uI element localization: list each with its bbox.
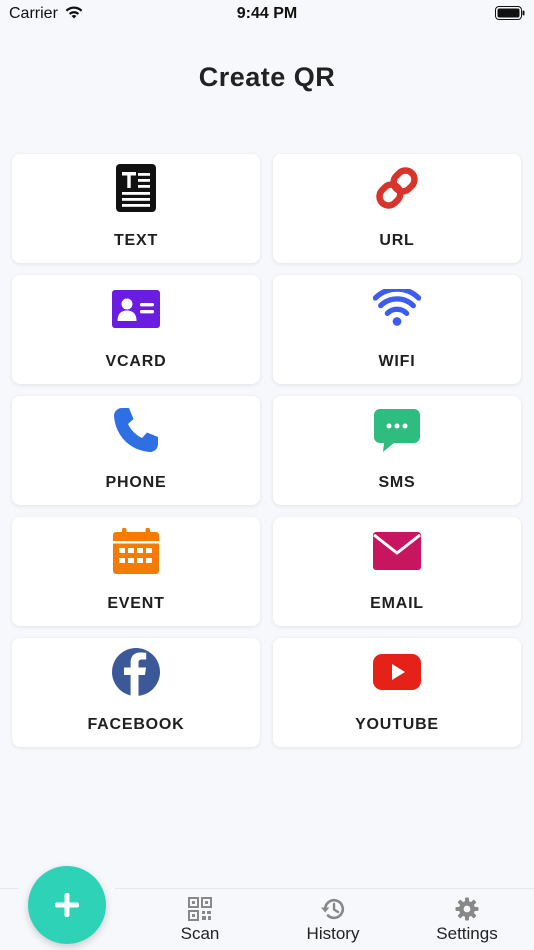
battery-icon bbox=[495, 6, 525, 20]
card-sms[interactable]: SMS bbox=[273, 396, 521, 505]
card-label: SMS bbox=[378, 474, 416, 491]
card-email[interactable]: EMAIL bbox=[273, 517, 521, 626]
chat-bubble-icon bbox=[373, 406, 421, 454]
clock: 9:44 PM bbox=[236, 5, 298, 22]
page-title: Create QR bbox=[198, 62, 336, 92]
youtube-icon bbox=[373, 648, 421, 696]
card-wifi[interactable]: WIFI bbox=[273, 275, 521, 384]
tab-settings[interactable]: Settings bbox=[412, 896, 522, 946]
wifi-icon bbox=[373, 285, 421, 333]
phone-icon bbox=[112, 406, 160, 454]
contact-card-icon bbox=[112, 285, 160, 333]
create-fab-button[interactable] bbox=[28, 866, 106, 944]
plus-icon bbox=[55, 893, 79, 917]
card-url[interactable]: URL bbox=[273, 154, 521, 263]
card-label: URL bbox=[379, 232, 415, 249]
card-label: FACEBOOK bbox=[87, 716, 185, 733]
card-label: VCARD bbox=[105, 353, 167, 370]
card-label: WIFI bbox=[378, 353, 416, 370]
tab-history[interactable]: History bbox=[278, 896, 388, 946]
envelope-icon bbox=[373, 527, 421, 575]
status-bar: Carrier 9:44 PM bbox=[0, 0, 534, 28]
tab-scan[interactable]: Scan bbox=[145, 896, 255, 946]
history-icon bbox=[321, 898, 345, 920]
text-document-icon bbox=[112, 164, 160, 212]
facebook-icon bbox=[112, 648, 160, 696]
card-facebook[interactable]: FACEBOOK bbox=[12, 638, 260, 747]
qr-scan-icon bbox=[188, 897, 212, 921]
calendar-icon bbox=[112, 527, 160, 575]
tab-label: Scan bbox=[180, 924, 220, 943]
link-icon bbox=[373, 164, 421, 212]
tab-label: Settings bbox=[436, 924, 498, 943]
card-youtube[interactable]: YOUTUBE bbox=[273, 638, 521, 747]
card-event[interactable]: EVENT bbox=[12, 517, 260, 626]
card-label: YOUTUBE bbox=[355, 716, 439, 733]
gear-icon bbox=[455, 897, 479, 921]
card-label: EMAIL bbox=[370, 595, 424, 612]
card-label: EVENT bbox=[107, 595, 165, 612]
card-label: TEXT bbox=[113, 232, 159, 249]
card-text[interactable]: TEXT bbox=[12, 154, 260, 263]
card-vcard[interactable]: VCARD bbox=[12, 275, 260, 384]
tab-label: History bbox=[306, 924, 360, 943]
card-label: PHONE bbox=[105, 474, 167, 491]
card-phone[interactable]: PHONE bbox=[12, 396, 260, 505]
